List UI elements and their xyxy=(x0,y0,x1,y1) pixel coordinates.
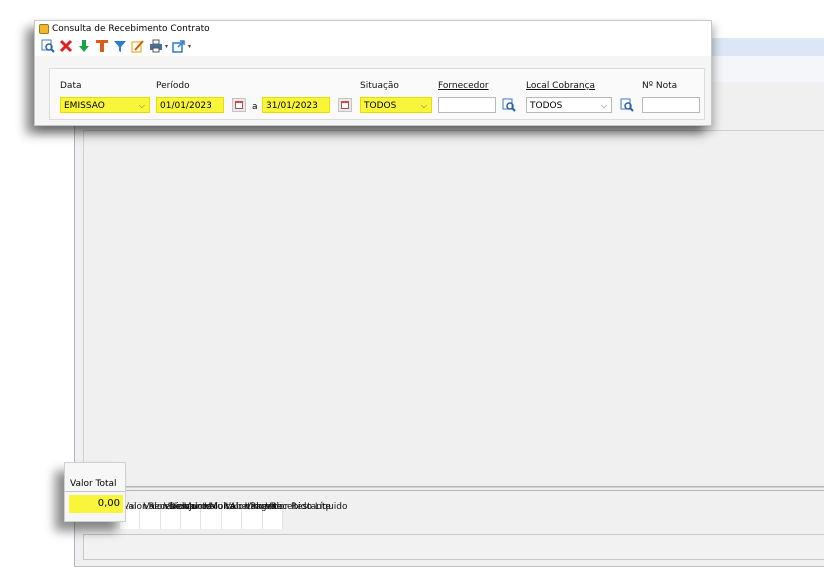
valor-total-label: Valor Total xyxy=(70,479,117,489)
delete-icon[interactable] xyxy=(59,39,73,53)
total-valor-restante: Valor Restante 0,00 xyxy=(263,503,331,529)
chevron-down-icon: ⌵ xyxy=(420,101,427,110)
local-cobranca-value: TODOS xyxy=(530,101,563,111)
total-valor-pagar: Valor Pagar 0,00 xyxy=(222,503,276,529)
data-label: Data xyxy=(60,81,82,91)
calendar-icon xyxy=(341,101,349,109)
periodo-from-input[interactable]: 01/01/2023 xyxy=(156,97,224,113)
fornecedor-lookup-button[interactable] xyxy=(502,98,516,112)
filter-panel: Data EMISSAO ⌵ Período 01/01/2023 a 31/0… xyxy=(49,68,705,120)
valor-total-value: 0,00 xyxy=(69,495,123,513)
share-icon[interactable] xyxy=(172,39,186,53)
consulta-window: Consulta de Recebimento Contrato ▾ ▾ Dat… xyxy=(34,20,712,126)
export-icon[interactable] xyxy=(95,39,109,53)
share-dropdown-icon[interactable]: ▾ xyxy=(188,43,191,50)
data-select-value: EMISSAO xyxy=(64,101,105,111)
total-valor-desconto: Valor Desconto 0,00 xyxy=(140,503,211,529)
total-valor-juros: Valor Juros 0,00 xyxy=(161,503,211,529)
fornecedor-input[interactable] xyxy=(438,97,496,113)
periodo-separator: a xyxy=(252,102,258,112)
download-icon[interactable] xyxy=(77,39,91,53)
lookup-icon xyxy=(620,98,634,112)
calendar-icon xyxy=(235,101,243,109)
situacao-select-value: TODOS xyxy=(364,101,397,111)
local-cobranca-label[interactable]: Local Cobrança xyxy=(526,81,595,91)
print-icon[interactable] xyxy=(149,39,163,53)
totals-strip: Valor Recebido 0,00 Valor Desconto 0,00 Va… xyxy=(120,502,348,529)
print-dropdown-icon[interactable]: ▾ xyxy=(165,43,168,50)
bottom-panel xyxy=(83,534,824,560)
local-cobranca-select[interactable]: TODOS ⌵ xyxy=(526,97,612,113)
grid-divider-2 xyxy=(115,490,824,491)
edit-icon[interactable] xyxy=(131,39,145,53)
window-titlebar: Consulta de Recebimento Contrato xyxy=(35,21,711,36)
periodo-to-input[interactable]: 31/01/2023 xyxy=(262,97,330,113)
data-select[interactable]: EMISSAO ⌵ xyxy=(60,97,150,113)
results-grid[interactable] xyxy=(83,130,824,488)
app-icon xyxy=(39,23,49,34)
toolbar: ▾ ▾ xyxy=(35,36,711,56)
nota-label: Nº Nota xyxy=(642,81,678,91)
periodo-to-calendar-button[interactable] xyxy=(338,98,352,112)
grid-divider xyxy=(115,486,824,487)
lookup-icon xyxy=(502,98,516,112)
situacao-label: Situação xyxy=(360,81,399,91)
situacao-select[interactable]: TODOS ⌵ xyxy=(360,97,432,113)
nota-input[interactable] xyxy=(642,97,700,113)
periodo-from-calendar-button[interactable] xyxy=(232,98,246,112)
total-valor-abatimento: Valor Abatimento 0,00 xyxy=(201,503,282,529)
periodo-label: Período xyxy=(156,81,190,91)
chevron-down-icon: ⌵ xyxy=(600,101,607,110)
total-valor-multa: Valor Multa 0,00 xyxy=(181,503,235,529)
total-valor-recebido-liquido: Valor Recebido Líquido 0,00 xyxy=(242,503,348,529)
filter-icon[interactable] xyxy=(113,39,127,53)
fornecedor-label[interactable]: Fornecedor xyxy=(438,81,489,91)
local-cobranca-lookup-button[interactable] xyxy=(620,98,634,112)
chevron-down-icon: ⌵ xyxy=(138,101,145,110)
valor-total-panel: Valor Total 0,00 xyxy=(64,462,126,522)
search-icon[interactable] xyxy=(41,39,55,53)
valor-total-divider xyxy=(65,491,125,492)
window-title: Consulta de Recebimento Contrato xyxy=(52,23,210,34)
